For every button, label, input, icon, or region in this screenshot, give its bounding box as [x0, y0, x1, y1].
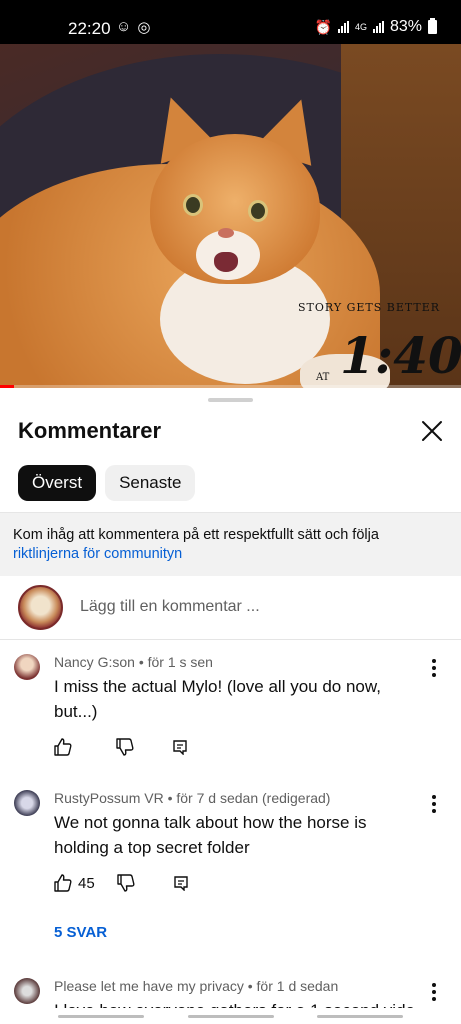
avatar — [18, 585, 63, 630]
community-notice: Kom ihåg att kommentera på ett respektfu… — [0, 512, 461, 576]
reply-button[interactable] — [172, 739, 188, 755]
like-button[interactable] — [54, 738, 72, 756]
instagram-icon: ◎ — [137, 19, 151, 36]
thumbs-up-icon — [54, 738, 72, 756]
video-player[interactable]: STORY GETS BETTER 1:40 AT — [0, 44, 461, 388]
video-overlay-at: AT — [316, 372, 330, 383]
add-comment-input[interactable]: Lägg till en kommentar ... — [80, 598, 260, 616]
comments-sheet: Kommentarer Överst Senaste Kom ihåg att … — [0, 388, 461, 1024]
chip-newest[interactable]: Senaste — [105, 465, 196, 501]
like-count: 45 — [78, 874, 95, 892]
video-overlay-text: STORY GETS BETTER — [298, 301, 441, 314]
nav-back[interactable] — [58, 1015, 144, 1018]
like-button[interactable]: 45 — [54, 874, 95, 892]
thumbs-down-icon — [116, 874, 135, 892]
more-options-icon[interactable] — [424, 656, 444, 680]
avatar[interactable] — [14, 654, 40, 680]
comment-meta: RustyPossum VR • för 7 d sedan (redigera… — [54, 790, 331, 806]
comment-meta: Nancy G:son • för 1 s sen — [54, 654, 213, 670]
comment-meta: Please let me have my privacy • för 1 d … — [54, 978, 339, 994]
reply-icon — [173, 876, 188, 891]
signal-icon — [337, 21, 349, 33]
add-comment-row[interactable]: Lägg till en kommentar ... — [0, 576, 461, 640]
more-options-icon[interactable] — [424, 980, 444, 1004]
comments-title: Kommentarer — [18, 418, 162, 443]
sort-chips: Överst Senaste — [18, 465, 196, 501]
video-overlay-time: 1:40 — [340, 326, 461, 385]
avatar[interactable] — [14, 978, 40, 1004]
network-type: 4G — [354, 22, 367, 32]
chip-top[interactable]: Överst — [18, 465, 97, 501]
alarm-icon: ⏰ — [314, 18, 332, 35]
avatar[interactable] — [14, 790, 40, 816]
thumbs-up-icon — [54, 874, 72, 892]
community-guidelines-link[interactable]: riktlinjerna för communityn — [13, 545, 448, 564]
close-icon — [422, 421, 442, 441]
dislike-button[interactable] — [116, 874, 135, 892]
nav-recents[interactable] — [317, 1015, 403, 1018]
comment-text: We not gonna talk about how the horse is… — [54, 813, 367, 857]
status-bar: 22:20 ☺ ◎ ⏰ 4G 83% — [0, 0, 461, 44]
signal-icon-2 — [372, 21, 384, 33]
view-replies-button[interactable]: 5 SVAR — [54, 924, 107, 941]
close-button[interactable] — [417, 416, 447, 446]
reply-icon — [173, 740, 187, 755]
reply-button[interactable] — [173, 875, 189, 891]
nav-home[interactable] — [188, 1015, 274, 1018]
more-options-icon[interactable] — [424, 792, 444, 816]
notice-text: Kom ihåg att kommentera på ett respektfu… — [13, 527, 379, 543]
battery-percent: 83% — [389, 18, 422, 35]
notification-icon: ☺ — [116, 18, 132, 35]
comment-text: I miss the actual Mylo! (love all you do… — [54, 677, 381, 721]
battery-icon — [428, 18, 437, 34]
comment-text: I love how everyone gathers for a 1 seco… — [54, 998, 414, 1008]
system-nav-bar — [0, 1008, 461, 1024]
drag-handle[interactable] — [208, 398, 253, 402]
thumbs-down-icon — [116, 738, 134, 756]
dislike-button[interactable] — [116, 738, 134, 756]
clock: 22:20 — [68, 19, 111, 38]
